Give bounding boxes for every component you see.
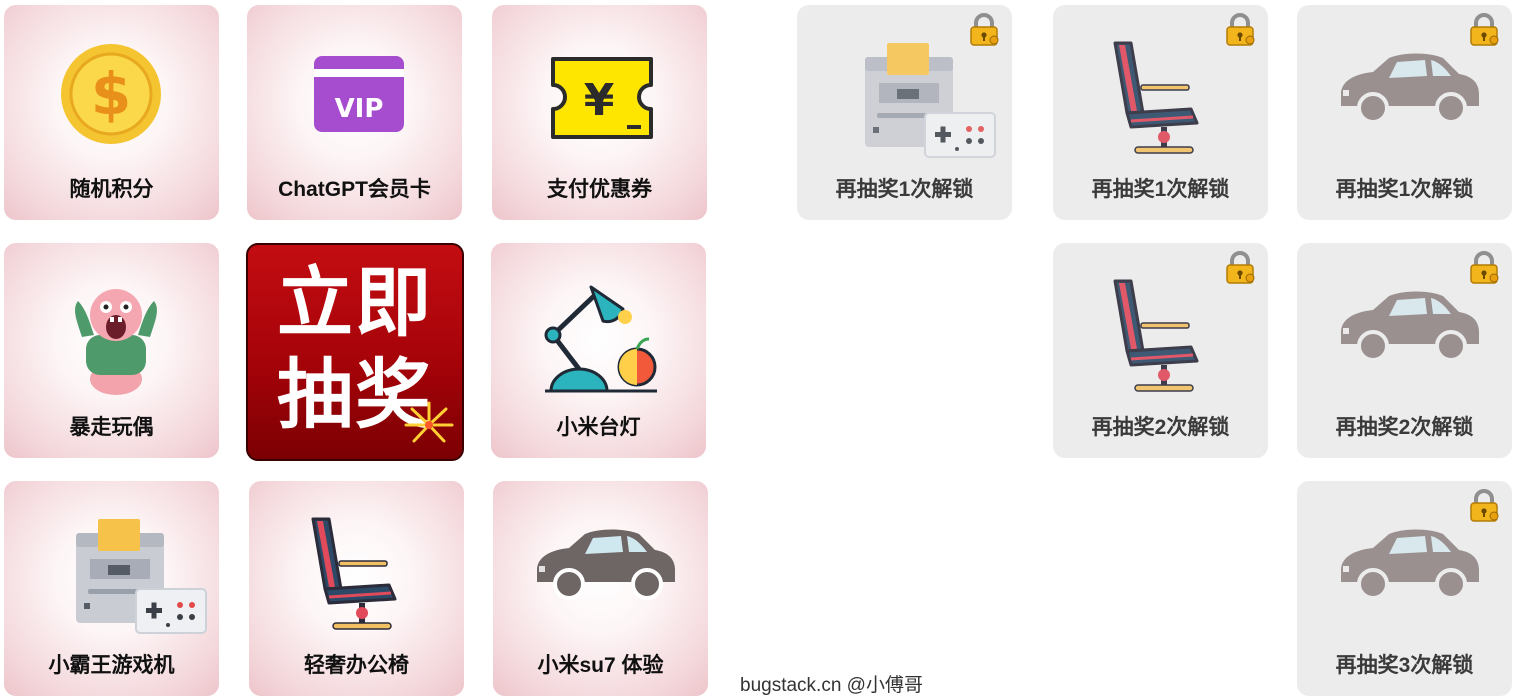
prize-label: 随机积分 <box>69 178 154 201</box>
unlock-label: 再抽奖2次解锁 <box>1335 416 1474 439</box>
locked-card-office-chair: 再抽奖2次解锁 <box>1053 243 1268 458</box>
prize-label: 轻奢办公椅 <box>304 654 409 677</box>
game-console-icon <box>857 39 997 159</box>
car-icon <box>1331 288 1481 368</box>
draw-button-line1: 立即 <box>277 258 433 347</box>
car-icon <box>1331 526 1481 606</box>
locked-card-car: 再抽奖3次解锁 <box>1297 481 1512 696</box>
prize-card-random-points: $ 随机积分 <box>4 5 219 220</box>
prize-card-xiaomi-su7: 小米su7 体验 <box>493 481 708 696</box>
unlock-label: 再抽奖2次解锁 <box>1091 416 1230 439</box>
car-icon <box>527 526 677 606</box>
locked-card-car: 再抽奖1次解锁 <box>1297 5 1512 220</box>
fireworks-icon <box>404 401 454 443</box>
svg-text:$: $ <box>91 60 131 128</box>
gold-coin-icon: $ <box>61 44 161 144</box>
office-chair-icon <box>1101 273 1221 398</box>
locked-card-game-console: 再抽奖1次解锁 <box>797 5 1012 220</box>
unlock-label: 再抽奖3次解锁 <box>1335 654 1474 677</box>
lock-icon <box>967 13 1001 47</box>
lock-icon <box>1467 489 1501 523</box>
svg-text:VIP: VIP <box>335 94 384 124</box>
unlock-label: 再抽奖1次解锁 <box>1335 178 1474 201</box>
unlock-label: 再抽奖1次解锁 <box>835 178 974 201</box>
vip-card-icon: VIP <box>314 56 404 132</box>
locked-card-car: 再抽奖2次解锁 <box>1297 243 1512 458</box>
locked-card-office-chair: 再抽奖1次解锁 <box>1053 5 1268 220</box>
lock-icon <box>1467 251 1501 285</box>
footer-credit: bugstack.cn @小傅哥 <box>740 675 923 696</box>
prize-label: 暴走玩偶 <box>69 416 154 439</box>
draw-now-button[interactable]: 立即 抽奖 <box>246 243 464 461</box>
car-icon <box>1331 50 1481 130</box>
prize-card-monster-doll: 暴走玩偶 <box>4 243 219 458</box>
prize-label: 小霸王游戏机 <box>48 654 175 677</box>
lock-icon <box>1467 13 1501 47</box>
lock-icon <box>1223 251 1257 285</box>
desk-lamp-icon <box>544 285 657 393</box>
prize-label: ChatGPT会员卡 <box>278 178 431 201</box>
prize-card-chatgpt-vip: VIP ChatGPT会员卡 <box>247 5 462 220</box>
office-chair-icon <box>1101 35 1221 160</box>
unlock-label: 再抽奖1次解锁 <box>1091 178 1230 201</box>
prize-label: 小米台灯 <box>556 416 641 439</box>
office-chair-icon <box>299 511 419 636</box>
prize-card-desk-lamp: 小米台灯 <box>491 243 706 458</box>
prize-card-game-console: 小霸王游戏机 <box>4 481 219 696</box>
svg-text:¥: ¥ <box>584 75 615 126</box>
prize-card-office-chair: 轻奢办公椅 <box>249 481 464 696</box>
yen-coupon-icon: ¥ <box>551 57 653 139</box>
prize-label: 小米su7 体验 <box>537 654 664 677</box>
prize-card-pay-coupon: ¥ 支付优惠券 <box>492 5 707 220</box>
game-console-icon <box>68 515 208 635</box>
monster-doll-icon <box>75 289 157 395</box>
prize-label: 支付优惠券 <box>547 178 652 201</box>
lock-icon <box>1223 13 1257 47</box>
